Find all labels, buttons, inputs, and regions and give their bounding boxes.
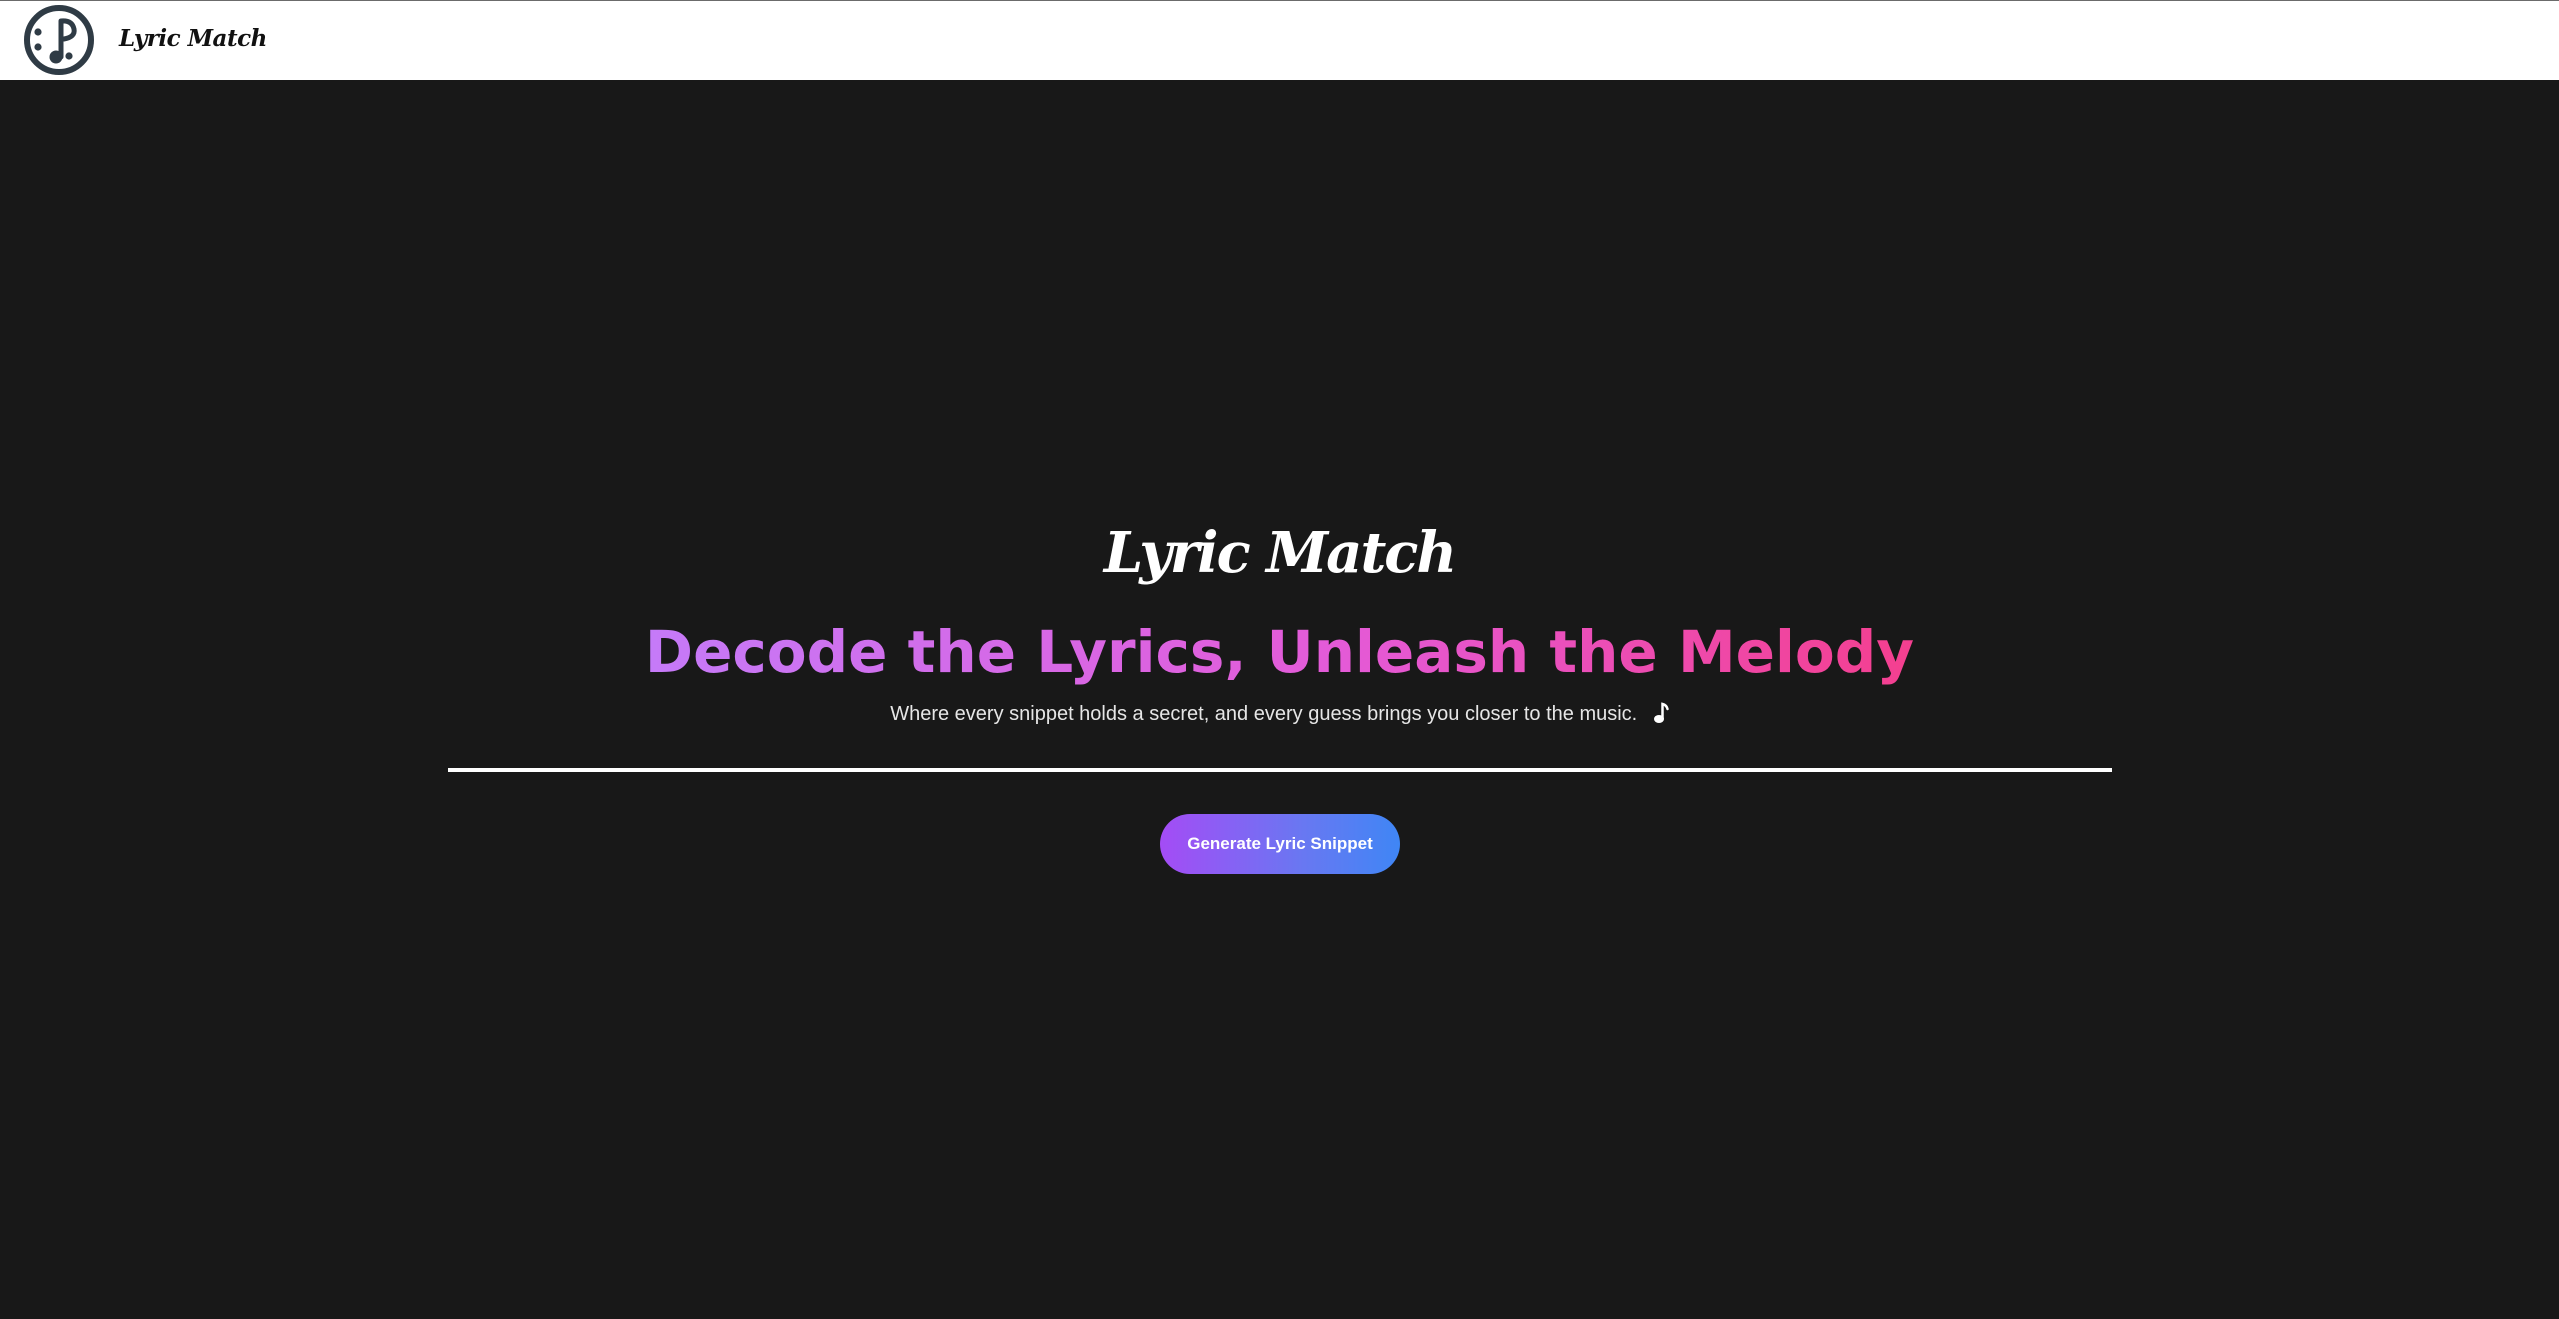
generate-lyric-snippet-button[interactable]: Generate Lyric Snippet (1160, 814, 1400, 874)
navbar: Lyric Match (0, 0, 2559, 80)
brand-name[interactable]: Lyric Match (119, 25, 267, 52)
hero-heading-text: Decode the Lyrics, Unleash the Melody (644, 618, 1915, 686)
hero-logo-text: Lyric Match (1103, 520, 1457, 586)
hero-heading: Decode the Lyrics, Unleash the Melody (0, 618, 2559, 688)
music-note-icon (1653, 702, 1669, 723)
hero-divider (448, 768, 2112, 772)
hero-section: Lyric Match Decode the Lyrics, Unleash t… (0, 80, 2559, 1319)
hero-tagline-text: Where every snippet holds a secret, and … (890, 703, 1638, 725)
music-note-circle-icon[interactable] (23, 4, 95, 76)
hero-tagline: Where every snippet holds a secret, and … (0, 702, 2559, 726)
